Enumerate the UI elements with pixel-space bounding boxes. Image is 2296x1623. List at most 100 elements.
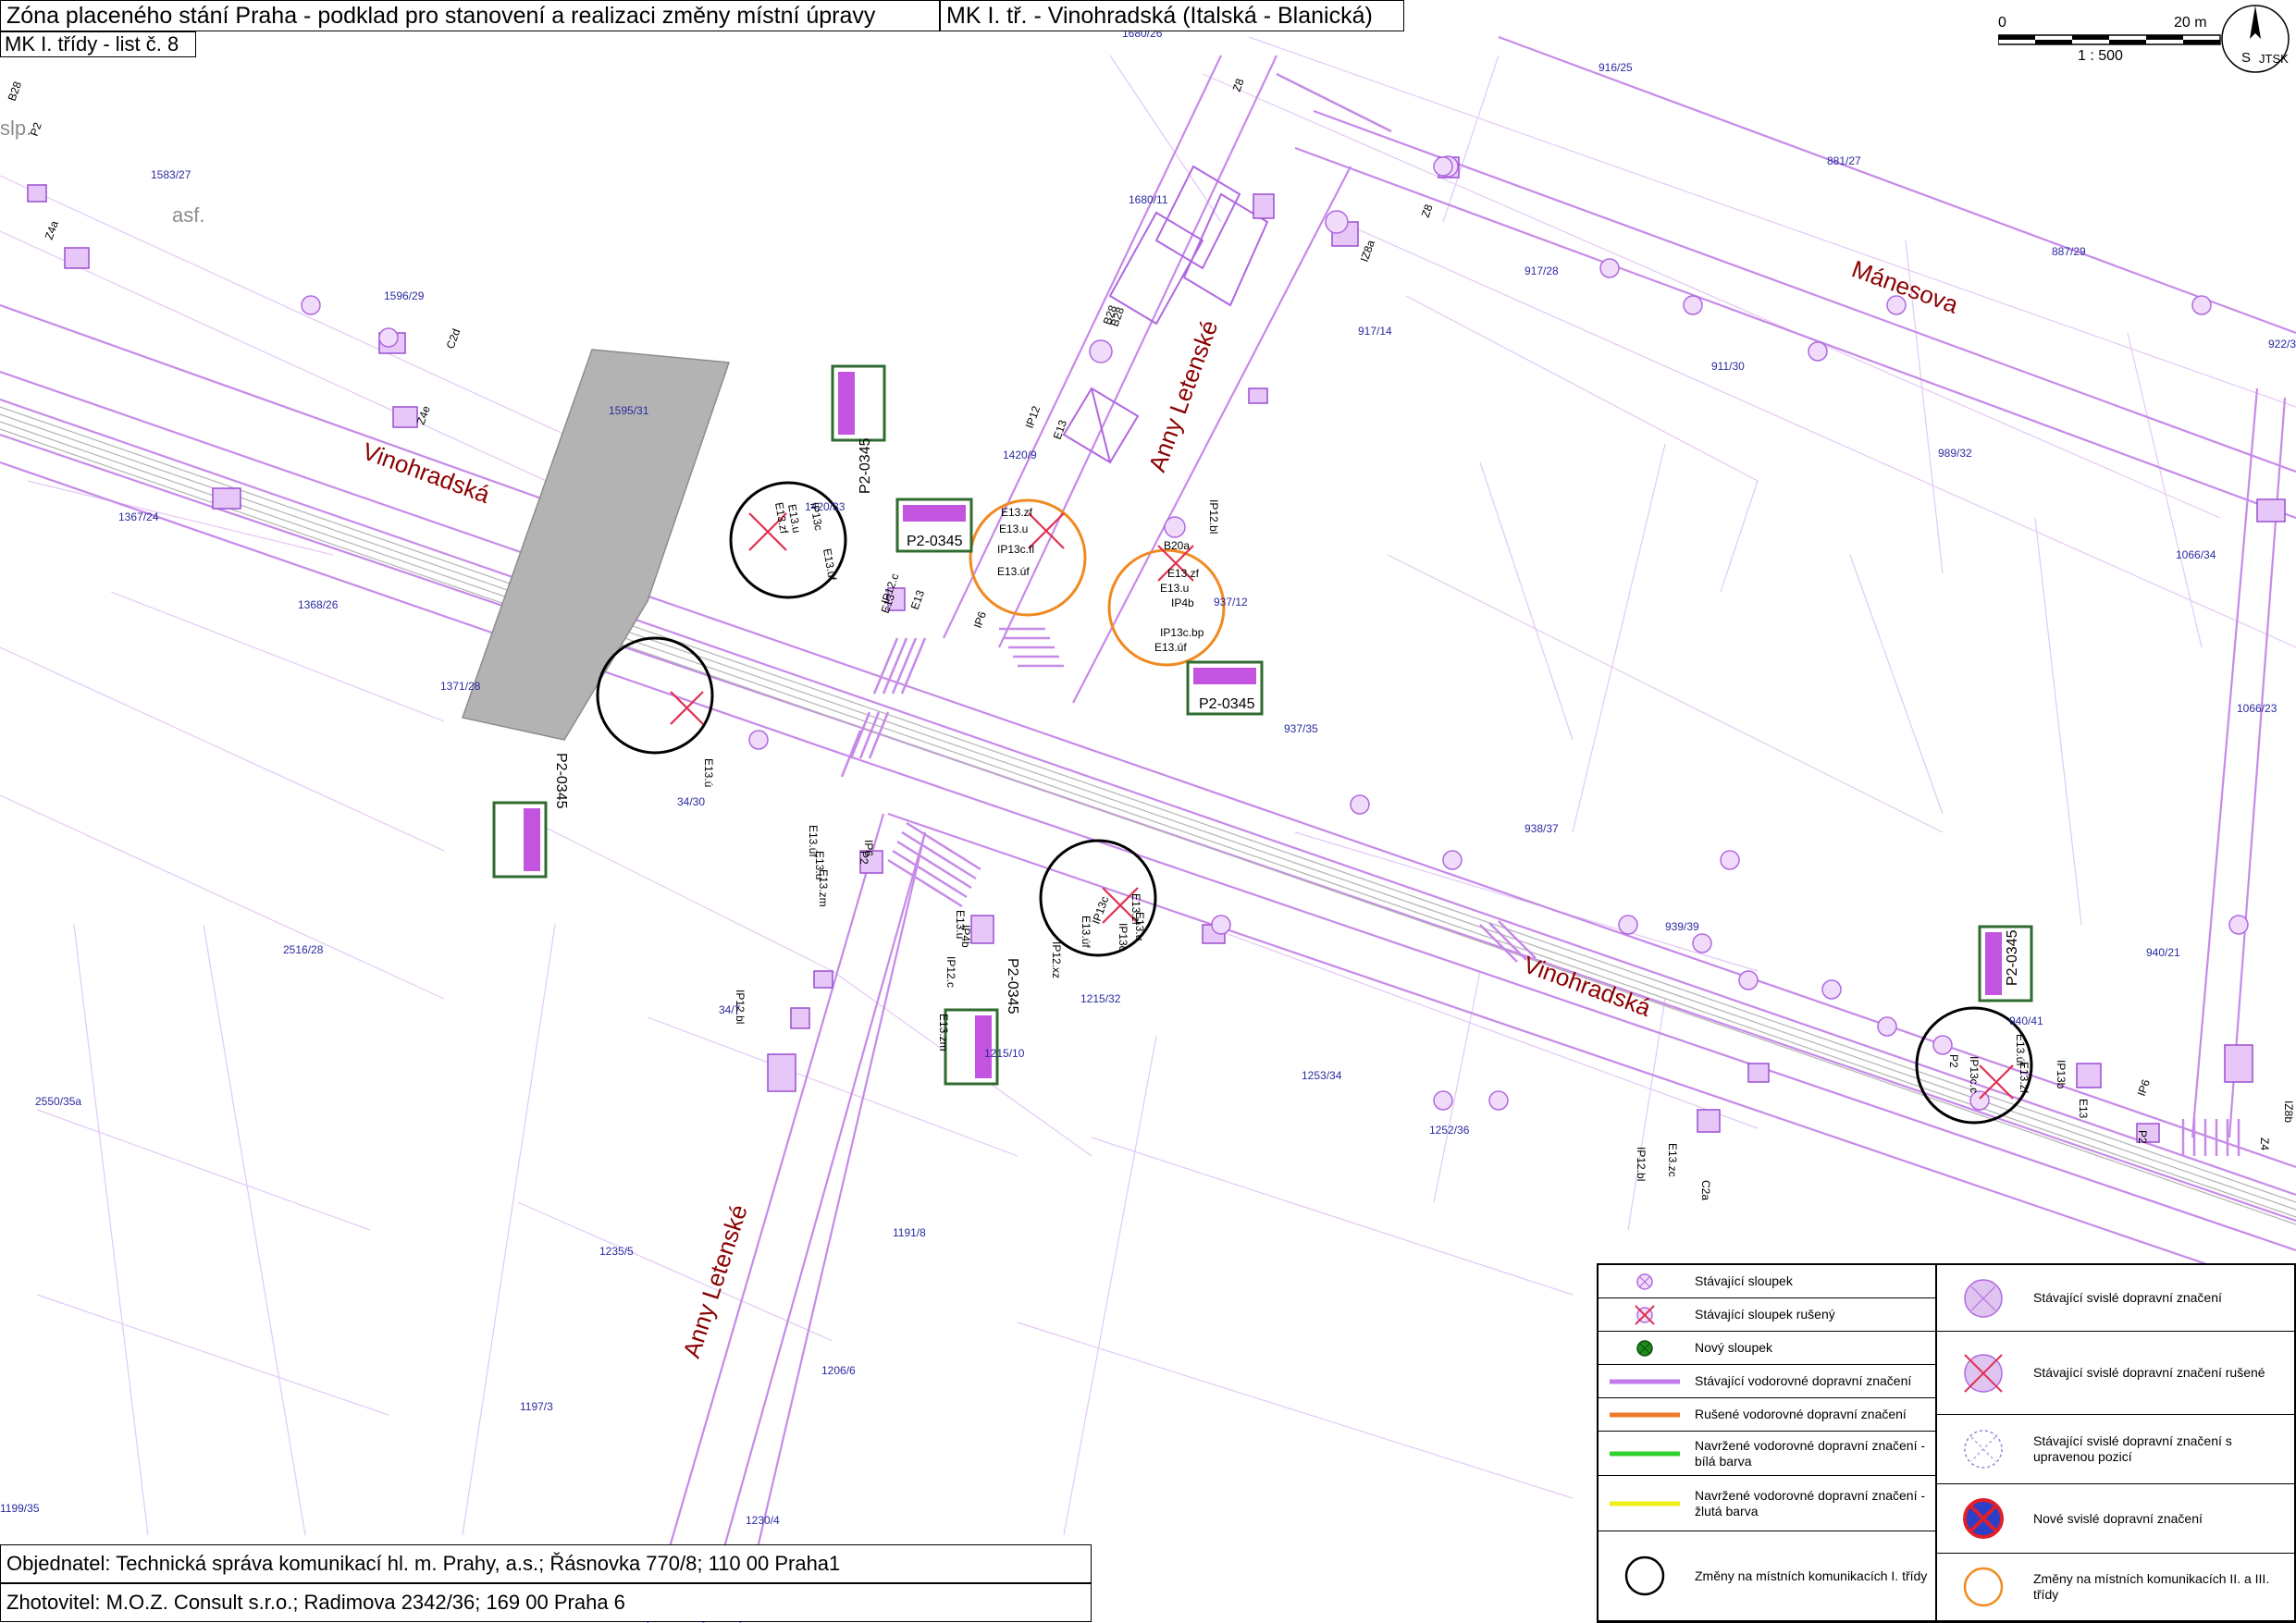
parcel-number: 989/32 [1938,447,1972,460]
legend-row: Rušené vodorovné dopravní značení [1599,1398,1935,1432]
sign-code: P2 [2136,1130,2149,1144]
moved-sign-icon [1964,1430,2003,1469]
legend-label: Navržené vodorovné dopravní značení - žl… [1695,1487,1926,1518]
sign-code: IP13c [1117,923,1129,952]
parcel-number: 1206/6 [821,1364,856,1377]
sign-code: E13.zf [2018,1062,2031,1094]
legend-label: Nový sloupek [1695,1340,1773,1355]
sign-code: P2 [1947,1054,1960,1068]
scale-bar: 0 20 m 1 : 500 [1989,13,2221,68]
legend-label: Změny na místních komunikacích I. třídy [1695,1568,1928,1583]
parcel-number: 887/29 [2052,245,2086,258]
parcel-number: 881/27 [1827,154,1861,167]
legend-label: Stávající sloupek [1695,1273,1793,1288]
parcel-number: 1252/36 [1429,1124,1470,1137]
scale-ratio: 1 : 500 [2078,48,2123,64]
client-info: Objednatel: Technická správa komunikací … [0,1544,1092,1583]
parcel-number: 34/30 [677,795,705,808]
sign-code: IZ8b [2282,1100,2295,1123]
green-line-icon [1610,1451,1680,1456]
parcel-number: 1596/29 [384,289,425,302]
legend-symbol [1599,1531,1691,1620]
sign-code: B20a [1164,539,1190,552]
parcel-number: 1235/5 [599,1245,634,1258]
sign-code: E13.u [1160,582,1189,595]
legend-symbol [1937,1554,2030,1620]
sign-code: E13 [2077,1099,2090,1119]
parcel-number: 1199/35 [0,1502,40,1515]
zone-sign-label: P2-0345 [907,534,963,549]
parcel-number: 1191/8 [893,1226,926,1239]
legend-label: Stávající svislé dopravní značení s upra… [2033,1433,2232,1464]
parcel-number: 1253/34 [1302,1069,1342,1082]
zone-sign-label: P2-0345 [1199,696,1255,712]
legend-symbol [1599,1398,1691,1431]
legend-symbol [1937,1332,2030,1414]
legend: Stávající sloupek Stávající sloupek rušen… [1597,1263,2296,1623]
parcel-number: 1680/11 [1129,193,1168,206]
parcel-number: 922/3 [2268,338,2296,350]
parcel-number: 2516/28 [283,943,324,956]
sign-code: IP12.xz [1050,941,1063,978]
sign-code: IP12.bl [734,990,747,1024]
zone-sign-label: P2-0345 [2005,929,2020,986]
north-system: JTSK [2259,52,2289,66]
legend-row: Změny na místních komunikacích I. třídy [1599,1531,1935,1621]
parcel-number: 1230/4 [746,1514,780,1527]
parcel-number: 1420/9 [1003,449,1037,461]
yellow-line-icon [1610,1501,1680,1506]
sign-code: E13.ú [702,758,715,787]
zone-sign-label: P2-0345 [1005,958,1020,1014]
legend-symbol [1937,1265,2030,1331]
sign-code: IP12.bl [1207,499,1220,534]
parcel-number: 1371/28 [440,680,481,693]
legend-symbol [1937,1484,2030,1553]
sign-code: E13.u [954,910,967,939]
sheet-number: MK I. třídy - list č. 8 [0,31,196,57]
parcel-number: 2550/35a [35,1095,81,1108]
orange-circle-icon [1963,1567,2004,1607]
zone-sign-label: P2-0345 [553,753,569,809]
parcel-number: 1367/24 [118,510,159,523]
parcel-number: 939/39 [1665,920,1699,933]
sign-code: E13.zc [1666,1143,1679,1177]
cancelled-sign-icon [1964,1353,2003,1393]
parcel-number: 1197/3 [520,1400,553,1413]
scale-length: 20 m [2174,15,2207,31]
orange-line-icon [1610,1412,1680,1417]
scale-zero: 0 [1998,15,2006,31]
sign-code: IP12.bl [1635,1147,1648,1181]
sign-code: IP12.c [944,956,957,988]
parcel-number: 1066/23 [2237,702,2277,715]
legend-row: Nové svislé dopravní značení [1937,1484,2294,1554]
legend-label: Navržené vodorovné dopravní značení - bí… [1695,1437,1926,1469]
sign-code: E13.zm [817,869,830,907]
legend-label: Nové svislé dopravní značení [2033,1510,2203,1526]
sign-code: E13.úf [997,565,1030,578]
parcel-number: 1595/31 [609,404,649,417]
parcel-number: 1215/10 [984,1047,1025,1060]
legend-symbol [1599,1476,1691,1531]
legend-left-column: Stávající sloupek Stávající sloupek rušen… [1599,1265,1935,1621]
map-title: Zóna placeného stání Praha - podklad pro… [0,0,940,31]
surface-slp: slp. [0,117,31,140]
legend-symbol [1937,1415,2030,1483]
sign-code: IP13c.bp [1160,626,1204,639]
parcel-number: 1368/26 [298,598,339,611]
sign-code: E13.úf [1080,916,1092,948]
parcel-number: 937/35 [1284,722,1318,735]
sign-code: IP4b [1171,596,1194,609]
sign-code: E13.úf [1154,641,1187,654]
sign-code: IP13c.c [1968,1056,1981,1093]
north-letter: S [2241,50,2252,66]
legend-row: Navržené vodorovné dopravní značení - žl… [1599,1476,1935,1531]
legend-label: Stávající svislé dopravní značení [2033,1290,2222,1305]
contractor-info: Zhotovitel: M.O.Z. Consult s.r.o.; Radim… [0,1583,1092,1622]
legend-label: Změny na místních komunikacích II. a III… [2033,1571,2270,1602]
legend-label: Stávající svislé dopravní značení rušené [2033,1365,2265,1380]
legend-row: Navržené vodorovné dopravní značení - bí… [1599,1432,1935,1476]
parcel-number: 1066/34 [2176,548,2216,561]
legend-row: Změny na místních komunikacích II. a III… [1937,1554,2294,1621]
north-arrow: S JTSK [2218,2,2292,76]
sign-code: E13.zf [1001,506,1033,519]
